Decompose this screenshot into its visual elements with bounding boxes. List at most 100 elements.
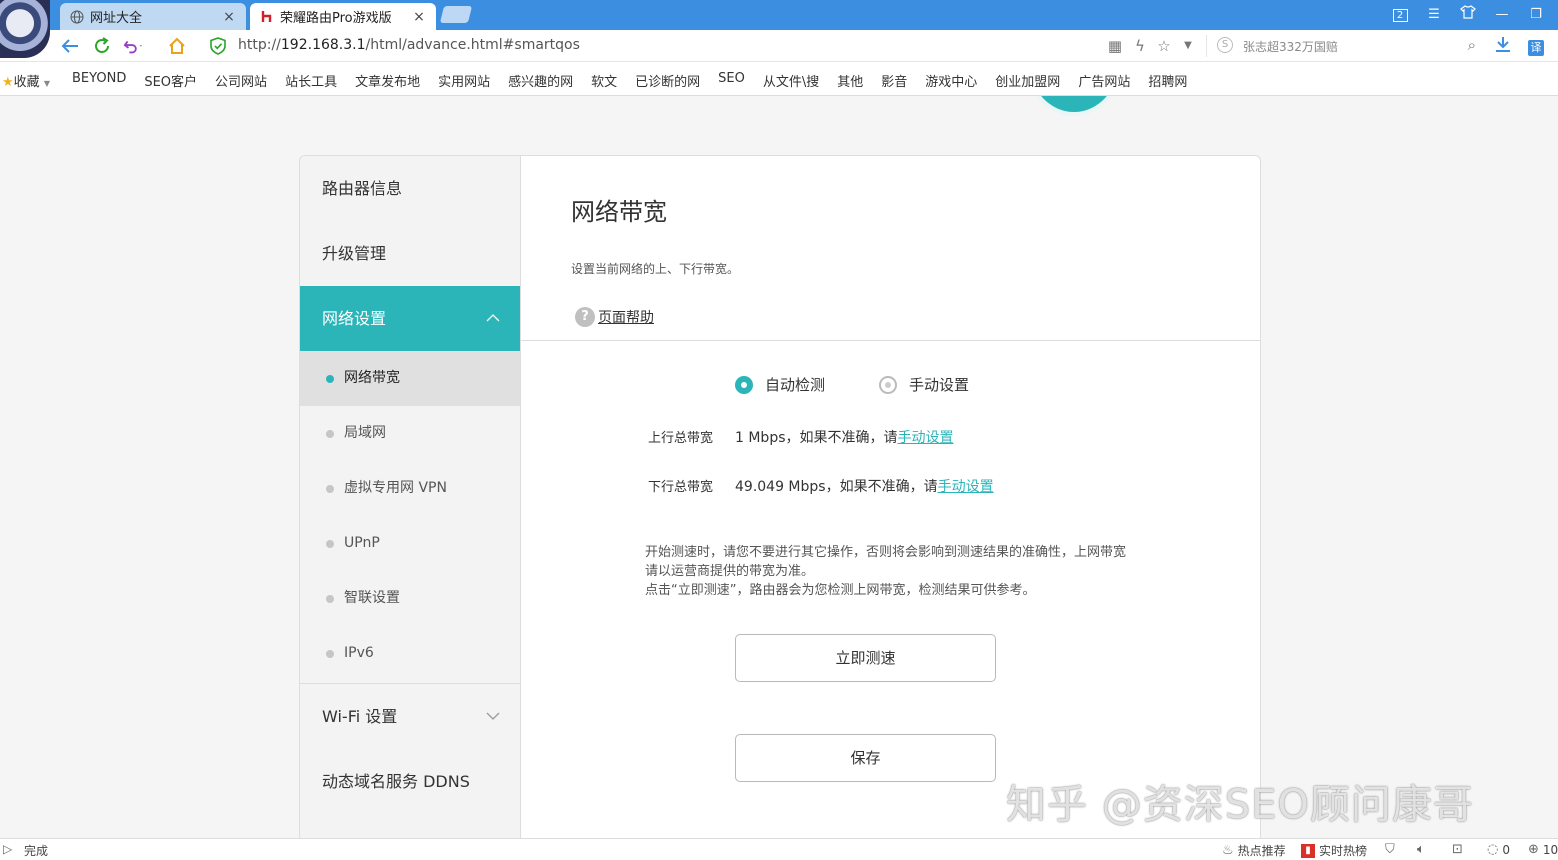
user-avatar[interactable] — [0, 0, 50, 58]
bookmark-item[interactable]: BEYOND — [72, 71, 126, 90]
bookmarks-label: 收藏 — [13, 75, 40, 90]
radio-auto-detect[interactable]: 自动检测 — [735, 374, 825, 395]
shield-icon[interactable]: ⛉ — [1385, 842, 1399, 857]
sidebar-sub-upnp[interactable]: UPnP — [300, 516, 520, 571]
browser-tab-bar: 网址大全 × 荣耀路由Pro游戏版 × 2 ☰ — ❐ — [0, 0, 1558, 30]
chevron-down-icon[interactable]: ▼ — [1178, 36, 1198, 56]
manual-setting-link[interactable]: 手动设置 — [898, 427, 954, 447]
bookmark-item[interactable]: 感兴趣的网 — [508, 71, 573, 90]
bookmark-item[interactable]: 广告网站 — [1078, 71, 1130, 90]
star-icon: ★ — [2, 75, 14, 90]
chevron-down-icon — [486, 684, 500, 749]
bookmark-item[interactable]: 已诊断的网 — [635, 71, 700, 90]
star-icon[interactable]: ☆ — [1154, 36, 1174, 56]
help-icon[interactable]: ? — [575, 307, 595, 327]
bookmark-item[interactable]: 软文 — [591, 71, 617, 90]
bookmark-item[interactable]: 文章发布地 — [355, 71, 420, 90]
download-count-value: 0 — [1502, 842, 1510, 857]
home-icon[interactable] — [166, 35, 188, 57]
close-icon[interactable]: × — [412, 9, 426, 25]
sidebar-item-network-settings[interactable]: 网络设置 — [300, 286, 520, 351]
download-status-icon: ◌ — [1487, 842, 1499, 857]
download-bandwidth-label: 下行总带宽 — [648, 480, 714, 495]
bookmark-item[interactable]: 实用网站 — [438, 71, 490, 90]
search-box[interactable]: S 张志超332万国赔 ⌕ — [1206, 35, 1486, 57]
bookmark-item[interactable]: 从文件\搜 — [763, 71, 819, 90]
settings-panel: 路由器信息 升级管理 网络设置 网络带宽 局域网 虚拟专用网 VPN UPnP … — [299, 155, 1261, 838]
bookmark-item[interactable]: 其他 — [837, 71, 863, 90]
speed-test-notes: 开始测速时，请您不要进行其它操作，否则将会影响到测速结果的准确性，上网带宽请以运… — [645, 543, 1135, 600]
bookmarks-menu[interactable]: ★收藏 ▼ — [2, 71, 50, 90]
speed-test-button[interactable]: 立即测速 — [735, 634, 996, 682]
minimize-icon[interactable]: — — [1492, 5, 1512, 25]
address-bar: http://192.168.3.1/html/advance.html#sma… — [0, 30, 1558, 62]
bookmark-item[interactable]: 招聘网 — [1148, 71, 1187, 90]
sidebar-sub-bandwidth[interactable]: 网络带宽 — [300, 351, 520, 406]
bookmark-item[interactable]: 创业加盟网 — [995, 71, 1060, 90]
sub-item-label: 虚拟专用网 VPN — [344, 480, 447, 496]
sidebar-sub-smart-connect[interactable]: 智联设置 — [300, 571, 520, 626]
sub-item-label: IPv6 — [344, 645, 374, 661]
sidebar-item-wifi-settings[interactable]: Wi-Fi 设置 — [300, 684, 520, 749]
content-area: 网络带宽 设置当前网络的上、下行带宽。 ? 页面帮助 自动检测 手动设置 上行总… — [521, 156, 1260, 838]
back-icon[interactable] — [59, 35, 81, 57]
restore-icon[interactable]: ❐ — [1526, 5, 1546, 25]
bookmark-item[interactable]: 影音 — [881, 71, 907, 90]
radio-manual-setting[interactable]: 手动设置 — [879, 374, 969, 395]
play-icon[interactable]: ▷ — [3, 842, 12, 856]
skin-icon[interactable] — [1458, 5, 1478, 25]
bookmark-item[interactable]: 公司网站 — [215, 71, 267, 90]
secure-shield-icon[interactable] — [210, 37, 226, 55]
manual-setting-link[interactable]: 手动设置 — [938, 476, 994, 496]
undo-icon[interactable] — [123, 35, 145, 57]
close-icon[interactable]: × — [222, 9, 236, 25]
lock-icon[interactable]: ⊡ — [1452, 842, 1467, 857]
volume-icon[interactable]: 🔈︎ — [1417, 842, 1429, 857]
bookmark-item[interactable]: SEO — [718, 71, 745, 90]
page-help[interactable]: ? 页面帮助 — [575, 307, 654, 327]
radio-label: 自动检测 — [765, 376, 826, 394]
radio-checked-icon[interactable] — [735, 375, 753, 394]
search-input[interactable]: 张志超332万国赔 — [1243, 38, 1338, 55]
sidebar-item-upgrade[interactable]: 升级管理 — [300, 221, 520, 286]
bookmark-item[interactable]: 游戏中心 — [925, 71, 977, 90]
url-input[interactable]: http://192.168.3.1/html/advance.html#sma… — [238, 37, 580, 53]
bookmark-item[interactable]: 站长工具 — [285, 71, 337, 90]
tab-router[interactable]: 荣耀路由Pro游戏版 × — [250, 3, 436, 30]
new-tab-button[interactable] — [439, 6, 473, 23]
radio-label: 手动设置 — [909, 376, 970, 394]
bullet-dot — [326, 430, 334, 438]
refresh-icon[interactable] — [91, 35, 113, 57]
honor-logo-icon — [260, 10, 274, 24]
hot-recommend-label: 热点推荐 — [1237, 844, 1286, 858]
sidebar-sub-vpn[interactable]: 虚拟专用网 VPN — [300, 461, 520, 516]
qr-code-icon[interactable]: ▦ — [1105, 36, 1125, 56]
upload-bandwidth-label: 上行总带宽 — [648, 431, 714, 446]
radio-unchecked-icon[interactable] — [879, 375, 897, 394]
bookmarks-bar: ★收藏 ▼ BEYOND SEO客户 公司网站 站长工具 文章发布地 实用网站 … — [0, 62, 1558, 96]
sidebar-item-router-info[interactable]: 路由器信息 — [300, 156, 520, 221]
sub-item-label: 智联设置 — [344, 590, 400, 606]
realtime-hot[interactable]: ▮ 实时热榜 — [1301, 842, 1367, 859]
hot-recommend[interactable]: ♨ 热点推荐 — [1222, 842, 1286, 859]
zoom-control[interactable]: ⊕ 10 — [1528, 842, 1558, 857]
bullet-dot — [326, 595, 334, 603]
url-host: 192.168.3.1 — [280, 37, 366, 53]
window-count-icon[interactable]: 2 — [1390, 5, 1410, 25]
translate-icon[interactable]: 译 — [1526, 36, 1546, 56]
menu-icon[interactable]: ☰ — [1424, 5, 1444, 25]
bullet-dot — [326, 375, 334, 383]
sub-item-label: 局域网 — [344, 425, 386, 441]
help-link[interactable]: 页面帮助 — [598, 307, 654, 327]
download-count[interactable]: ◌ 0 — [1487, 842, 1510, 857]
sidebar-item-ddns[interactable]: 动态域名服务 DDNS — [300, 749, 520, 814]
search-icon[interactable]: ⌕ — [1468, 36, 1476, 54]
bookmark-item[interactable]: SEO客户 — [144, 71, 197, 90]
tab-url-directory[interactable]: 网址大全 × — [60, 3, 246, 30]
lightning-icon[interactable]: ϟ — [1130, 36, 1150, 56]
download-icon[interactable] — [1493, 36, 1513, 56]
save-button[interactable]: 保存 — [735, 734, 996, 782]
sidebar-item-label: 升级管理 — [322, 244, 387, 263]
sidebar-sub-lan[interactable]: 局域网 — [300, 406, 520, 461]
sidebar-sub-ipv6[interactable]: IPv6 — [300, 626, 520, 681]
